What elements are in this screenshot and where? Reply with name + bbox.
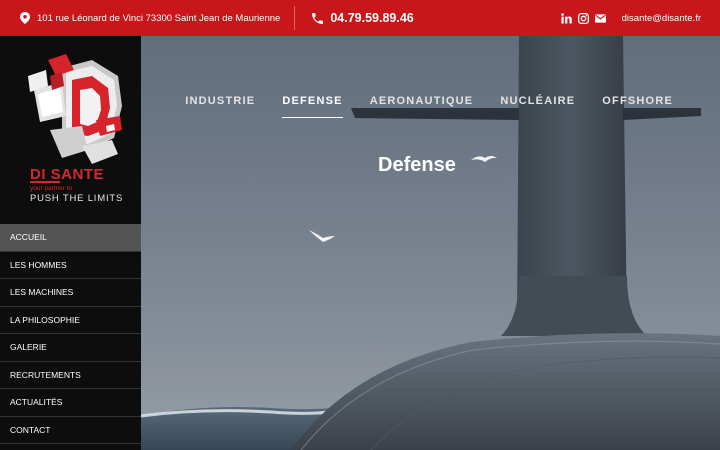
phone-number: 04.79.59.89.46 <box>330 11 414 25</box>
nav-defense[interactable]: Defense <box>282 95 344 118</box>
nav-industrie[interactable]: Industrie <box>185 95 255 107</box>
email-link[interactable]: disante@disante.fr <box>622 13 701 24</box>
company-logo[interactable]: DI SANTE your partner to PUSH THE LIMITS <box>0 36 141 224</box>
mail-icon[interactable] <box>594 13 606 24</box>
sidebar-item-recrutements[interactable]: Recrutements <box>0 362 141 389</box>
sidebar-item-la-philosophie[interactable]: La philosophie <box>0 307 141 334</box>
location-pin-icon <box>20 12 30 24</box>
main-nav: Industrie Defense Aeronautique Nucléaire… <box>141 95 720 118</box>
sidebar-item-les-hommes[interactable]: Les hommes <box>0 252 141 279</box>
nav-offshore[interactable]: Offshore <box>602 95 673 107</box>
sidebar-menu: Accueil Les hommes Les machines La philo… <box>0 224 141 444</box>
phone[interactable]: 04.79.59.89.46 <box>312 11 414 25</box>
tagline-small: your partner to <box>30 185 73 192</box>
sidebar-item-les-machines[interactable]: Les machines <box>0 279 141 307</box>
phone-icon <box>312 12 324 24</box>
sidebar-item-accueil[interactable]: Accueil <box>0 224 141 252</box>
instagram-icon[interactable] <box>577 12 589 24</box>
sidebar-item-contact[interactable]: Contact <box>0 417 141 444</box>
tagline-big: PUSH THE LIMITS <box>30 193 124 204</box>
di-sante-logo-mark <box>28 54 122 164</box>
top-contact-bar: 101 rue Léonard de Vinci 73300 Saint Jea… <box>0 0 720 36</box>
sidebar: DI SANTE your partner to PUSH THE LIMITS… <box>0 36 141 450</box>
nav-aeronautique[interactable]: Aeronautique <box>370 95 474 107</box>
linkedin-icon[interactable] <box>560 12 572 24</box>
social-links <box>555 12 606 24</box>
page-title: Defense <box>378 154 456 176</box>
hero-banner: Industrie Defense Aeronautique Nucléaire… <box>141 36 720 450</box>
sidebar-item-galerie[interactable]: Galerie <box>0 334 141 362</box>
nav-nucleaire[interactable]: Nucléaire <box>500 95 575 107</box>
brand-underline <box>30 181 60 183</box>
address: 101 rue Léonard de Vinci 73300 Saint Jea… <box>20 12 280 24</box>
topbar-divider <box>294 6 296 30</box>
address-text: 101 rue Léonard de Vinci 73300 Saint Jea… <box>37 12 281 24</box>
sidebar-item-actualites[interactable]: Actualités <box>0 389 141 417</box>
